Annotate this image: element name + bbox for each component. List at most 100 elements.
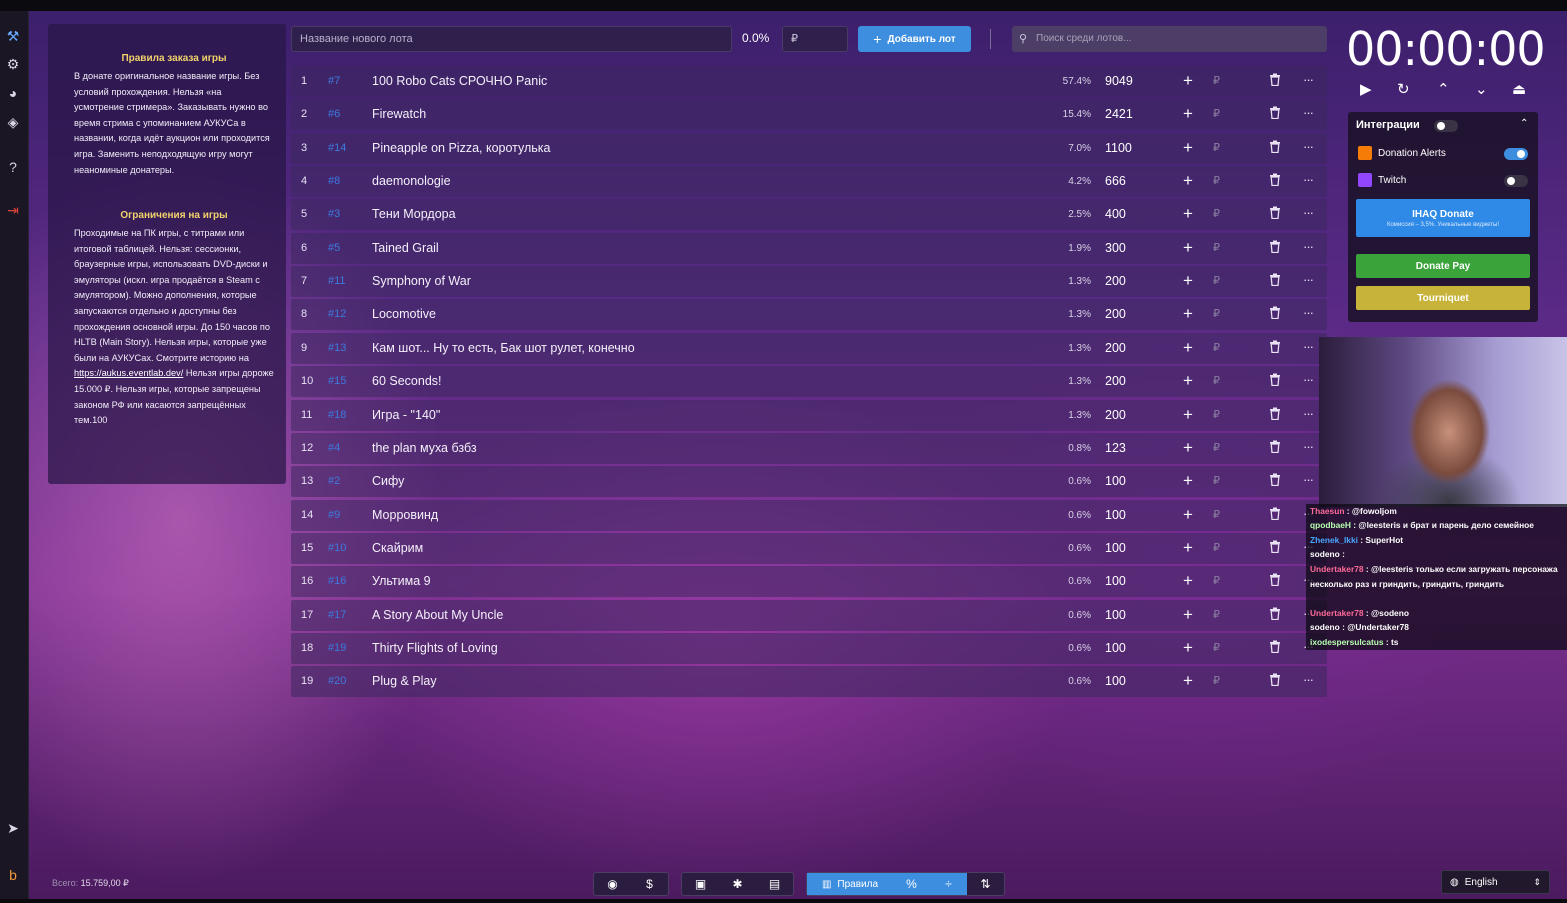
trash-icon[interactable] <box>1269 340 1281 353</box>
lot-currency-input[interactable]: ₽ <box>1213 441 1220 454</box>
lot-currency-input[interactable]: ₽ <box>1213 408 1220 421</box>
lot-title[interactable]: Игра - "140" <box>372 408 440 422</box>
lot-row[interactable]: 5 #3 Тени Мордора 2.5% 400 + ₽ ··· <box>291 199 1327 231</box>
lot-row[interactable]: 19 #20 Plug & Play 0.6% 100 + ₽ ··· <box>291 666 1327 698</box>
trash-icon[interactable] <box>1269 240 1281 253</box>
rules-toggle-button[interactable]: ▥ Правила <box>807 873 893 895</box>
lot-amount[interactable]: 100 <box>1105 508 1126 522</box>
integrations-toggle[interactable] <box>1434 120 1458 132</box>
lot-title[interactable]: Firewatch <box>372 107 426 121</box>
lot-title[interactable]: the plan муха бзбз <box>372 441 477 455</box>
chat-username[interactable]: Thaesun <box>1310 506 1344 516</box>
lot-amount[interactable]: 400 <box>1105 207 1126 221</box>
lot-amount[interactable]: 300 <box>1105 241 1126 255</box>
lot-currency-input[interactable]: ₽ <box>1213 674 1220 687</box>
lot-title[interactable]: Скайрим <box>372 541 423 555</box>
trash-icon[interactable] <box>1269 407 1281 420</box>
lot-amount[interactable]: 1100 <box>1105 141 1132 155</box>
lot-title[interactable]: A Story About My Uncle <box>372 608 503 622</box>
lot-currency-input[interactable]: ₽ <box>1213 174 1220 187</box>
more-icon[interactable]: ··· <box>1303 205 1314 220</box>
wheel-icon[interactable]: ◕ <box>2 82 24 104</box>
lot-currency-input[interactable]: ₽ <box>1213 141 1220 154</box>
lot-amount[interactable]: 200 <box>1105 374 1126 388</box>
more-icon[interactable]: ··· <box>1303 439 1314 454</box>
chat-username[interactable]: ixodespersulcatus <box>1310 637 1384 647</box>
lot-amount[interactable]: 9049 <box>1105 74 1133 88</box>
lot-title[interactable]: 60 Seconds! <box>372 374 442 388</box>
trash-icon[interactable] <box>1269 140 1281 153</box>
trash-icon[interactable] <box>1269 273 1281 287</box>
trash-icon[interactable] <box>1269 173 1281 187</box>
lot-row[interactable]: 13 #2 Сифу 0.6% 100 + ₽ ··· <box>291 466 1327 498</box>
lot-row[interactable]: 8 #12 Locomotive 1.3% 200 + ₽ ··· <box>291 299 1327 331</box>
logout-icon[interactable]: ⇥ <box>2 199 24 221</box>
add-amount-icon[interactable]: + <box>1183 671 1193 691</box>
add-amount-icon[interactable]: + <box>1183 171 1193 191</box>
trash-icon[interactable] <box>1269 540 1281 554</box>
add-amount-icon[interactable]: + <box>1183 238 1193 258</box>
trash-icon[interactable] <box>1269 440 1281 453</box>
chevron-down-icon[interactable]: ⌄ <box>1475 80 1488 98</box>
lot-amount[interactable]: 200 <box>1105 408 1126 422</box>
dollar-icon[interactable]: $ <box>631 873 668 895</box>
add-amount-icon[interactable]: + <box>1183 605 1193 625</box>
more-icon[interactable]: ··· <box>1303 272 1314 287</box>
lot-amount[interactable]: 100 <box>1105 608 1126 622</box>
trash-icon[interactable] <box>1269 106 1281 120</box>
new-lot-price-input[interactable]: ₽ <box>782 26 848 52</box>
lot-amount[interactable]: 100 <box>1105 541 1126 555</box>
lot-currency-input[interactable]: ₽ <box>1213 74 1220 87</box>
lot-amount[interactable]: 2421 <box>1105 107 1133 121</box>
add-amount-icon[interactable]: + <box>1183 371 1193 391</box>
lot-title[interactable]: Морровинд <box>372 508 438 522</box>
lot-row[interactable]: 12 #4 the plan муха бзбз 0.8% 123 + ₽ ··· <box>291 432 1327 464</box>
lot-title[interactable]: Symphony of War <box>372 274 471 288</box>
add-amount-icon[interactable]: + <box>1183 304 1193 324</box>
lot-row[interactable]: 11 #18 Игра - "140" 1.3% 200 + ₽ ··· <box>291 399 1327 431</box>
more-icon[interactable]: ··· <box>1303 372 1314 387</box>
lot-amount[interactable]: 200 <box>1105 307 1126 321</box>
clear-icon[interactable]: ▤ <box>756 873 793 895</box>
lot-currency-input[interactable]: ₽ <box>1213 107 1220 120</box>
new-lot-input[interactable]: Название нового лота <box>291 26 732 52</box>
lot-search-input[interactable]: ⚲ Поиск среди лотов... <box>1012 26 1327 52</box>
lot-title[interactable]: Thirty Flights of Loving <box>372 641 498 655</box>
add-amount-icon[interactable]: + <box>1183 104 1193 124</box>
lot-row[interactable]: 1 #7 100 Robo Cats СРОЧНО Panic 57.4% 9049 + ₽… <box>291 66 1327 97</box>
add-amount-icon[interactable]: + <box>1183 471 1193 491</box>
play-icon[interactable]: ▶ <box>1360 80 1372 98</box>
twitch-toggle[interactable] <box>1504 175 1528 187</box>
lot-currency-input[interactable]: ₽ <box>1213 341 1220 354</box>
lot-title[interactable]: Кам шот... Ну то есть, Бак шот рулет, ко… <box>372 341 635 355</box>
help-icon[interactable]: ? <box>2 156 24 178</box>
trash-icon[interactable] <box>1269 673 1281 687</box>
chat-username[interactable]: Undertaker78 <box>1310 608 1364 618</box>
more-icon[interactable]: ··· <box>1303 672 1314 687</box>
trash-icon[interactable] <box>1269 306 1281 320</box>
lot-amount[interactable]: 666 <box>1105 174 1126 188</box>
import-icon[interactable]: ▣ <box>682 873 719 895</box>
add-amount-icon[interactable]: + <box>1183 71 1193 91</box>
lot-row[interactable]: 7 #11 Symphony of War 1.3% 200 + ₽ ··· <box>291 266 1327 298</box>
layers-icon[interactable]: ◈ <box>2 111 24 133</box>
more-icon[interactable]: ··· <box>1303 406 1314 421</box>
lot-currency-input[interactable]: ₽ <box>1213 474 1220 487</box>
lot-title[interactable]: Tained Grail <box>372 241 439 255</box>
chevron-up-icon[interactable]: ⌃ <box>1437 80 1450 98</box>
lot-amount[interactable]: 100 <box>1105 674 1126 688</box>
lot-title[interactable]: Locomotive <box>372 307 436 321</box>
chat-username[interactable]: qpodbaeH <box>1310 520 1351 530</box>
bug-icon[interactable]: ✱ <box>719 873 756 895</box>
percent-toggle-button[interactable]: % <box>893 873 930 895</box>
chat-username[interactable]: Zhenek_Ikki <box>1310 535 1358 545</box>
chevron-up-icon[interactable]: ⌃ <box>1520 118 1528 129</box>
telegram-icon[interactable]: ➤ <box>2 817 24 839</box>
lot-title[interactable]: Plug & Play <box>372 674 437 688</box>
trash-icon[interactable] <box>1269 573 1281 587</box>
language-select[interactable]: ◍ English ⇕ <box>1441 870 1550 894</box>
lot-currency-input[interactable]: ₽ <box>1213 541 1220 554</box>
lot-amount[interactable]: 100 <box>1105 641 1126 655</box>
chat-username[interactable]: Undertaker78 <box>1310 564 1364 574</box>
lot-amount[interactable]: 123 <box>1105 441 1126 455</box>
